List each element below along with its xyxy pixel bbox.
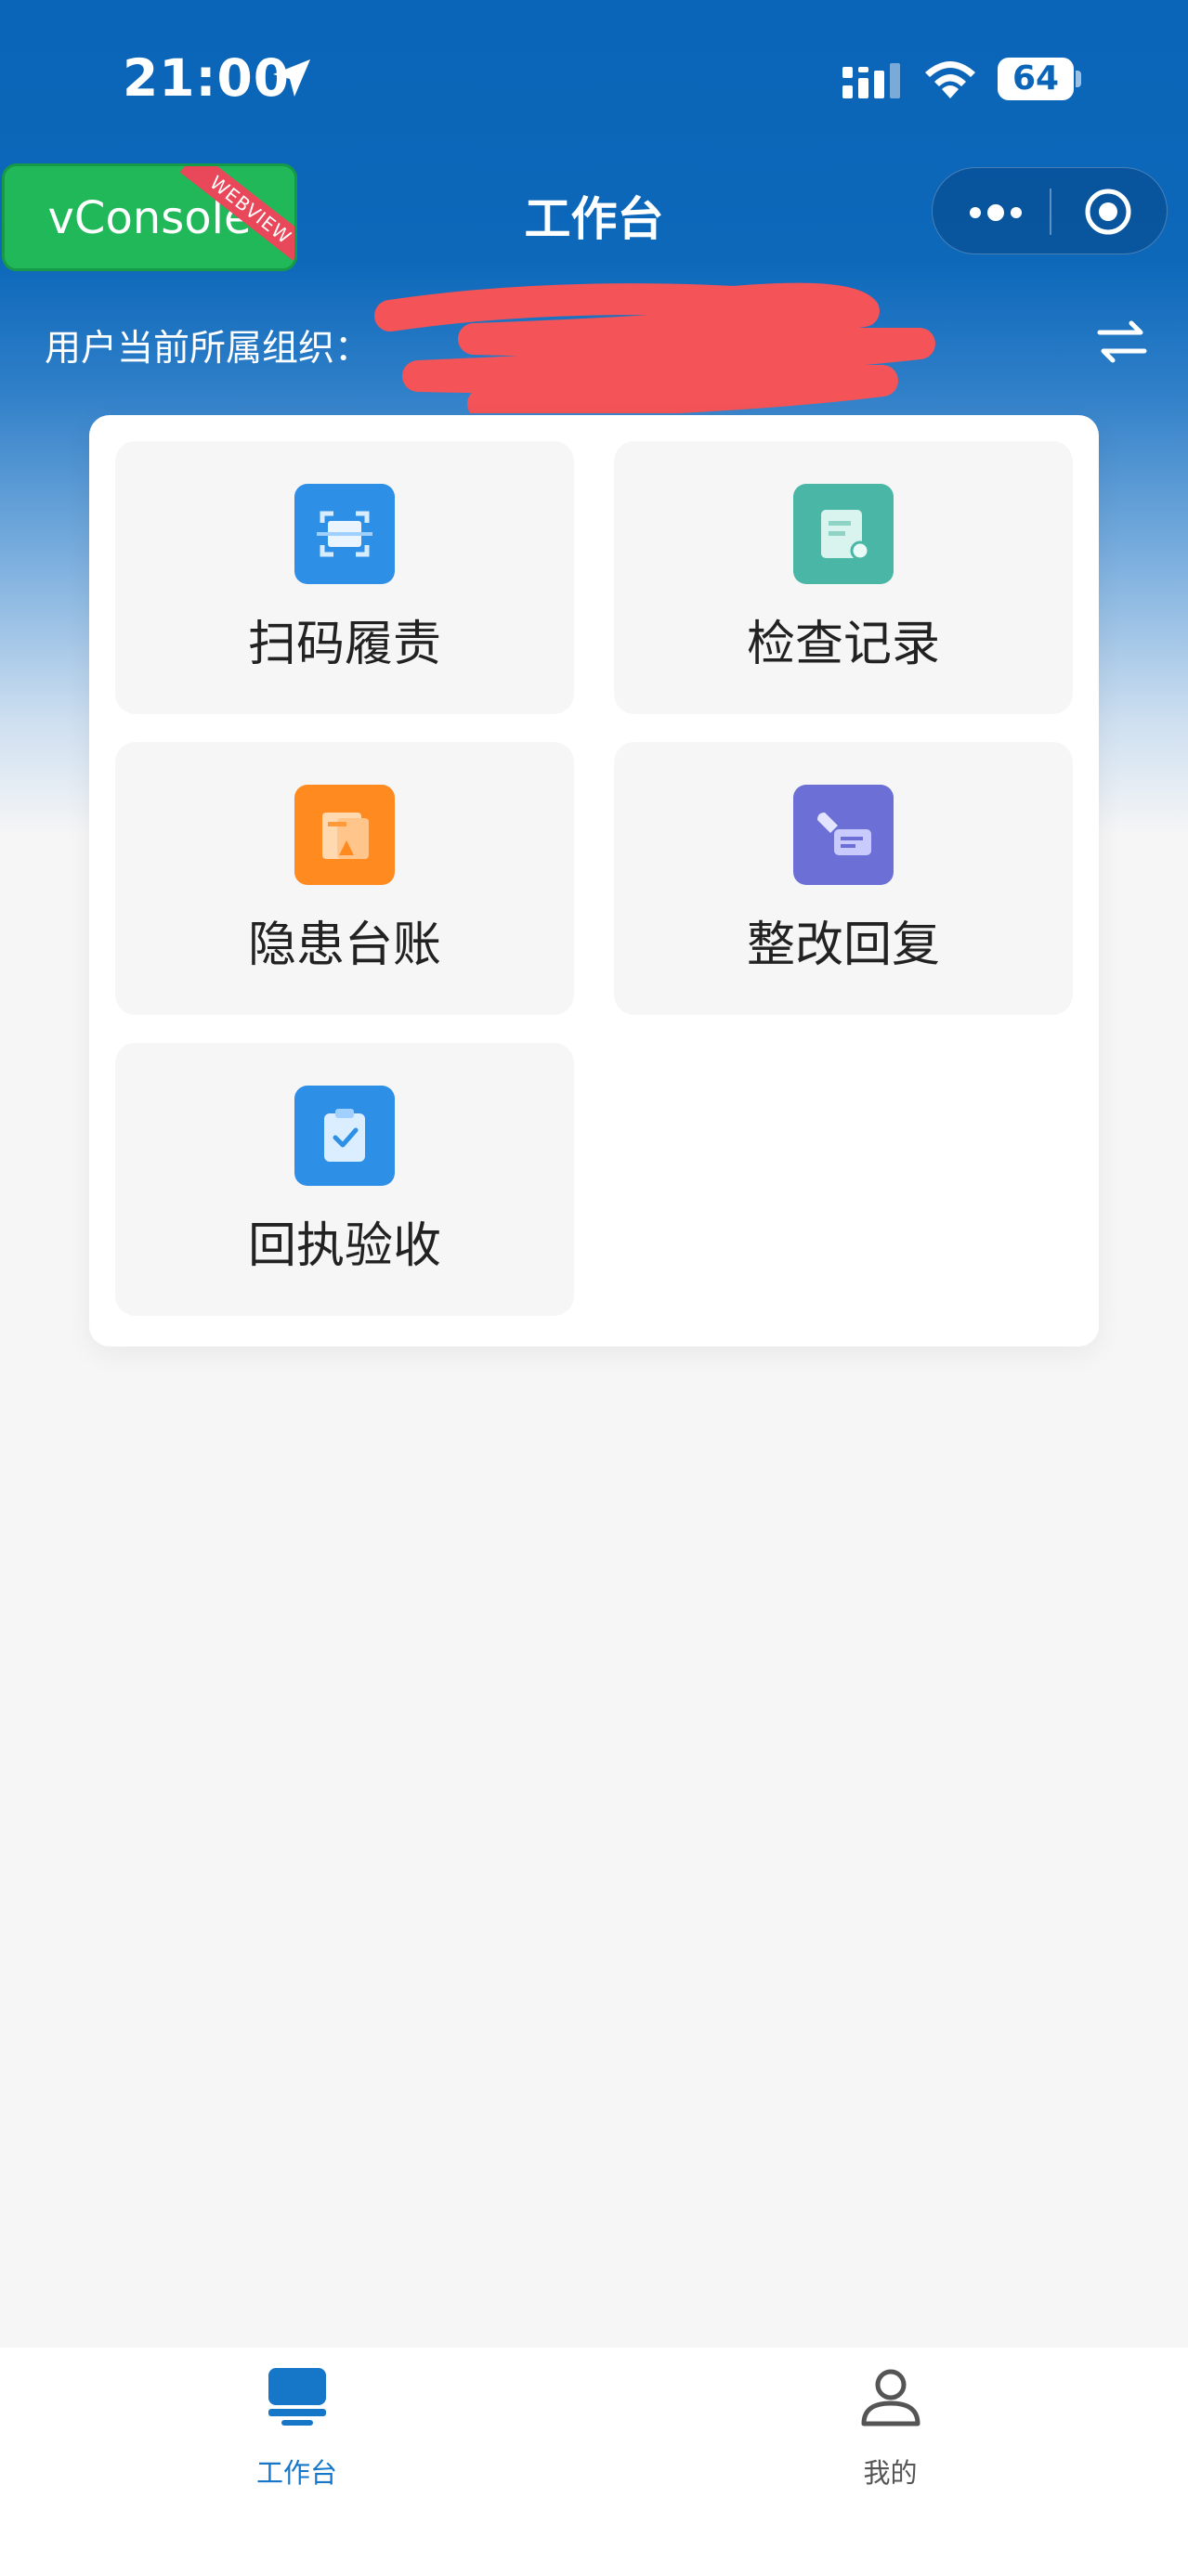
hazard-ledger-icon xyxy=(294,785,395,885)
tab-bar: 工作台 我的 xyxy=(0,2348,1188,2576)
redaction-scribble xyxy=(362,274,957,420)
function-grid-card: 扫码履责 检查记录 隐患台账 整改回复 回执验收 xyxy=(89,415,1099,1347)
tab-mine[interactable]: 我的 xyxy=(594,2348,1187,2515)
scan-icon xyxy=(294,484,395,584)
tile-scan-duty[interactable]: 扫码履责 xyxy=(115,441,574,714)
tab-workbench[interactable]: 工作台 xyxy=(0,2348,594,2515)
miniprogram-capsule xyxy=(932,167,1168,254)
tab-label: 工作台 xyxy=(255,2457,337,2489)
wifi-icon xyxy=(921,56,979,106)
tile-label: 检查记录 xyxy=(746,617,940,672)
switch-org-icon[interactable] xyxy=(1096,319,1148,368)
org-label: 用户当前所属组织： xyxy=(45,328,372,370)
more-menu-icon[interactable] xyxy=(968,194,1024,235)
workbench-icon xyxy=(267,2366,328,2431)
receipt-icon xyxy=(294,1086,395,1186)
tile-label: 扫码履责 xyxy=(247,617,441,672)
tile-receipt-acceptance[interactable]: 回执验收 xyxy=(115,1043,574,1316)
tile-rectify-reply[interactable]: 整改回复 xyxy=(614,742,1073,1015)
tile-hazard-ledger[interactable]: 隐患台账 xyxy=(115,742,574,1015)
tab-label: 我的 xyxy=(863,2457,918,2489)
tile-label: 整改回复 xyxy=(746,917,940,973)
battery-tip xyxy=(1076,71,1081,87)
tile-label: 隐患台账 xyxy=(247,917,441,973)
capsule-divider xyxy=(1050,189,1051,235)
tile-label: 回执验收 xyxy=(247,1218,441,1274)
location-arrow-icon xyxy=(269,56,314,104)
battery-indicator: 64 xyxy=(998,58,1074,100)
tile-inspection-record[interactable]: 检查记录 xyxy=(614,441,1073,714)
rectify-reply-icon xyxy=(793,785,894,885)
status-time: 21:00 xyxy=(123,48,291,108)
person-icon xyxy=(858,2366,923,2435)
record-icon xyxy=(793,484,894,584)
close-miniprogram-icon[interactable] xyxy=(1083,187,1133,241)
cellular-signal-icon xyxy=(841,61,906,106)
